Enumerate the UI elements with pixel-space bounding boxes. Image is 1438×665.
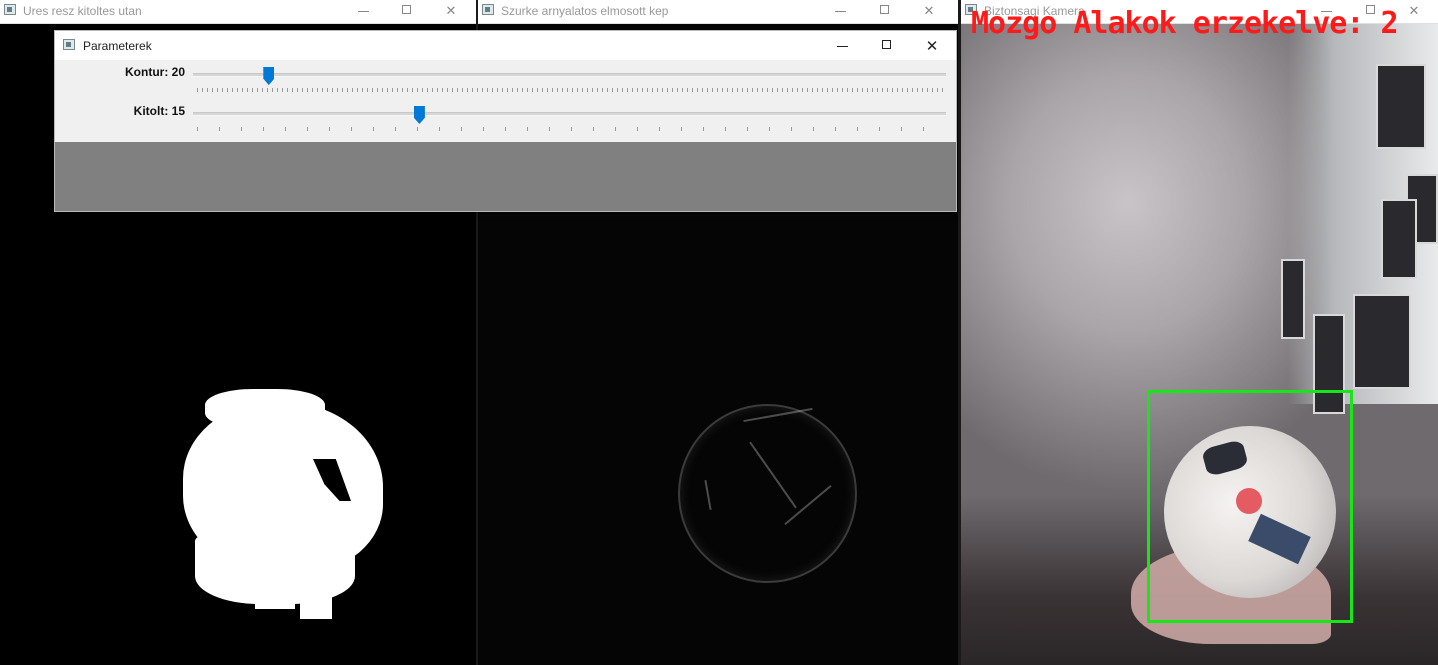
- titlebar[interactable]: Ures resz kitoltes utan: [0, 0, 476, 24]
- window-title: Ures resz kitoltes utan: [23, 4, 142, 18]
- slider-label: Kontur: 20: [125, 65, 185, 79]
- wall-poster: [1376, 64, 1426, 149]
- window-security-camera: Biztonsagi Kamera Mozgo Alakok erzekelve…: [961, 0, 1438, 665]
- window-app-icon: [482, 4, 494, 15]
- mask-blob: [255, 584, 295, 609]
- mask-blob: [300, 589, 332, 619]
- titlebar[interactable]: Szurke arnyalatos elmosott kep: [478, 0, 958, 24]
- minimize-icon[interactable]: [826, 0, 856, 22]
- slider-track[interactable]: [193, 73, 946, 77]
- maximize-icon[interactable]: [392, 0, 422, 22]
- parameters-dialog: Parameterek Kontur: 20 Kitolt: 15: [54, 30, 957, 212]
- wall-poster: [1381, 199, 1417, 279]
- slider-thumb-kontur[interactable]: [263, 67, 275, 85]
- slider-ticks: [197, 88, 945, 92]
- maximize-icon[interactable]: [872, 34, 902, 58]
- slider-row-kitolt: Kitolt: 15: [55, 101, 956, 131]
- dialog-title: Parameterek: [83, 39, 152, 53]
- dialog-titlebar[interactable]: Parameterek: [55, 31, 956, 60]
- window-app-icon: [63, 39, 75, 50]
- detection-count-text: Mozgo Alakok erzekelve: 2: [971, 6, 1399, 41]
- slider-track[interactable]: [193, 112, 946, 116]
- wall-poster: [1353, 294, 1411, 389]
- detection-bounding-box: [1147, 390, 1353, 623]
- window-title: Szurke arnyalatos elmosott kep: [501, 4, 669, 18]
- close-icon[interactable]: [914, 0, 944, 22]
- close-icon[interactable]: [1399, 0, 1429, 22]
- slider-thumb-kitolt[interactable]: [413, 106, 425, 124]
- camera-feed: [961, 24, 1438, 665]
- close-icon[interactable]: [436, 0, 466, 22]
- wall-poster: [1281, 259, 1305, 339]
- slider-ticks: [197, 127, 945, 131]
- maximize-icon[interactable]: [870, 0, 900, 22]
- window-app-icon: [4, 4, 16, 15]
- dialog-empty-area: [55, 142, 956, 211]
- minimize-icon[interactable]: [828, 34, 858, 58]
- edge-ball: [678, 404, 857, 583]
- mask-blob: [205, 389, 325, 429]
- close-icon[interactable]: [917, 34, 947, 58]
- minimize-icon[interactable]: [349, 0, 379, 22]
- slider-row-kontur: Kontur: 20: [55, 62, 956, 92]
- slider-label: Kitolt: 15: [133, 104, 185, 118]
